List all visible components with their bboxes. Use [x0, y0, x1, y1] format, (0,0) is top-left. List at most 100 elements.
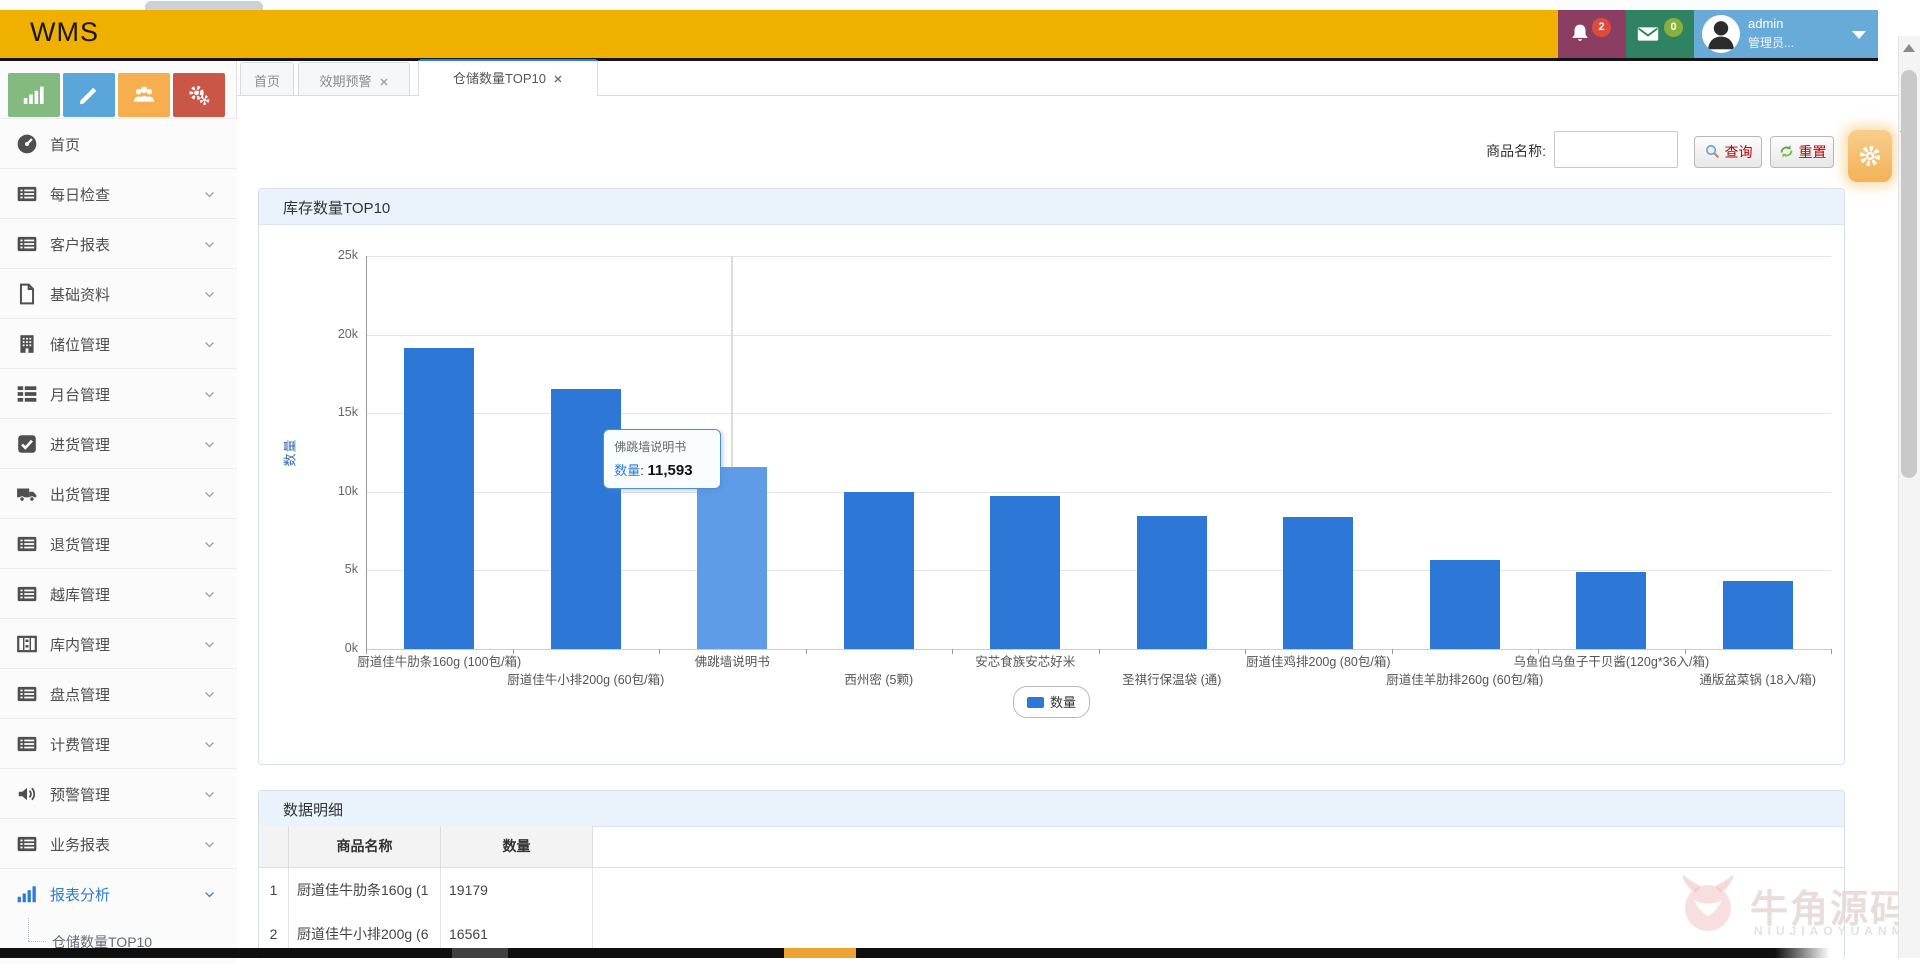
notifications-button[interactable]: 2 [1558, 10, 1626, 58]
x-axis-tick [1098, 649, 1100, 654]
sidebar-item-进货管理[interactable]: 进货管理 [0, 418, 237, 469]
volume-icon [18, 787, 36, 801]
reset-button-label: 重置 [1798, 144, 1827, 160]
x-axis-category-label: 安芯食族安芯好米 [975, 655, 1076, 669]
sidebar-item-储位管理[interactable]: 储位管理 [0, 318, 237, 369]
column-header-商品名称[interactable]: 商品名称 [289, 826, 441, 867]
browser-strip [0, 0, 1920, 10]
chevron-down-icon [205, 292, 214, 298]
sidebar: 首页每日检查客户报表基础资料储位管理 月台管理进货管理出货管理 退货管理越库管理库内… [0, 61, 237, 964]
close-tab-icon [380, 78, 387, 86]
tab-首页[interactable]: 首页 [240, 62, 294, 95]
sidebar-item-label: 客户报表 [50, 237, 111, 254]
chart-icon [23, 86, 44, 104]
y-axis-tick-label: 10k [337, 483, 358, 498]
shortcut-users-button[interactable] [118, 73, 170, 117]
x-axis-category-label: 厨道佳鸡排200g (80包/箱) [1246, 655, 1391, 669]
taskbar-item-active[interactable] [784, 948, 856, 958]
sidebar-item-label: 基础资料 [50, 287, 111, 304]
table-cell: 厨道佳牛肋条160g (1 [289, 868, 441, 912]
sidebar-item-盘点管理[interactable]: 盘点管理 [0, 668, 237, 719]
watermark: 牛角源码 NIUJIAOYUANMA [1650, 860, 1920, 958]
sidebar-item-label: 越库管理 [50, 587, 111, 604]
sidebar-item-label: 进货管理 [50, 437, 111, 454]
list-icon [17, 686, 37, 702]
table-cell: 1 [259, 868, 289, 912]
bell-icon [1568, 22, 1592, 51]
bar-厨道佳牛小排200g (60包/箱)[interactable] [550, 389, 621, 649]
sidebar-item-首页[interactable]: 首页 [0, 118, 237, 169]
product-name-input[interactable] [1554, 131, 1678, 168]
y-axis-tick-label: 20k [337, 326, 358, 341]
sidebar-item-预警管理[interactable]: 预警管理 [0, 768, 237, 819]
column-header-数量[interactable]: 数量 [441, 826, 593, 867]
y-axis-tick-label: 5k [344, 562, 358, 577]
bar-通版盆菜锅 (18入/箱)[interactable] [1722, 581, 1793, 649]
avatar [1702, 15, 1740, 53]
chevron-down-icon [205, 642, 214, 648]
bar-西州密 (5颗)[interactable] [843, 492, 914, 649]
x-axis-tick [1831, 649, 1832, 654]
messages-count-badge: 0 [1664, 18, 1683, 37]
envelope-icon [1636, 22, 1660, 51]
scrollbar-thumb[interactable] [1901, 70, 1917, 478]
close-icon[interactable] [379, 75, 389, 90]
bar-圣祺行保温袋 (通)[interactable] [1136, 516, 1207, 649]
sidebar-item-出货管理[interactable]: 出货管理 [0, 468, 237, 519]
shortcut-pencil-button[interactable] [63, 73, 115, 117]
chart-panel-header: 库存数量TOP10 [259, 189, 1844, 225]
shortcut-chart-button[interactable] [8, 73, 60, 117]
sidebar-item-label: 每日检查 [50, 187, 111, 204]
bar-厨道佳鸡排200g (80包/箱)[interactable] [1283, 517, 1354, 649]
bar-佛跳墙说明书[interactable] [697, 467, 768, 649]
chevron-down-icon [205, 592, 214, 598]
legend-label: 数量 [1049, 695, 1076, 710]
y-axis-tick-label: 15k [337, 405, 358, 420]
reset-button[interactable]: 重置 [1770, 136, 1834, 168]
sidebar-item-业务报表[interactable]: 业务报表 [0, 818, 237, 869]
column-header-index[interactable] [259, 826, 289, 867]
sidebar-item-报表分析[interactable]: 报表分析 [0, 868, 237, 919]
search-icon [1705, 145, 1719, 159]
sidebar-item-计费管理[interactable]: 计费管理 [0, 718, 237, 769]
tab-效期预警[interactable]: 效期预警 [298, 62, 410, 95]
close-icon[interactable] [553, 72, 563, 87]
list-icon [17, 586, 37, 602]
bar-厨道佳羊肋排260g (60包/箱)[interactable] [1429, 560, 1500, 649]
settings-button[interactable] [1848, 130, 1892, 182]
bar-安芯食族安芯好米[interactable] [990, 496, 1061, 649]
query-button[interactable]: 查询 [1694, 136, 1762, 168]
sidebar-item-label: 业务报表 [50, 837, 111, 854]
chart-tooltip: 佛跳墙说明书 数量: 11,593 [603, 429, 722, 489]
x-axis-tick [659, 649, 660, 654]
bar-乌鱼伯乌鱼子干贝酱(120g*36入/箱)[interactable] [1576, 572, 1647, 649]
chart-legend[interactable]: 数量 [259, 686, 1844, 718]
chevron-down-icon [205, 342, 214, 348]
topbar: WMS 2 0 admin 管理员... [0, 10, 1878, 58]
taskbar-item[interactable] [452, 948, 508, 958]
sidebar-item-基础资料[interactable]: 基础资料 [0, 268, 237, 319]
y-axis-tick-label: 25k [337, 248, 358, 262]
gridline [366, 256, 1831, 257]
sidebar-item-label: 计费管理 [50, 737, 111, 754]
tooltip-series-label: 数量 [614, 463, 641, 478]
sidebar-item-越库管理[interactable]: 越库管理 [0, 568, 237, 619]
tooltip-value: 11,593 [647, 462, 693, 479]
tab-仓储数量TOP10[interactable]: 仓储数量TOP10 [418, 59, 598, 96]
scroll-up-icon[interactable] [1903, 44, 1915, 52]
x-axis-category-label: 西州密 (5颗) [844, 673, 914, 687]
sidebar-item-库内管理[interactable]: 库内管理 [0, 618, 237, 669]
shortcut-gears-button[interactable] [173, 73, 225, 117]
messages-button[interactable]: 0 [1626, 10, 1694, 58]
sidebar-item-退货管理[interactable]: 退货管理 [0, 518, 237, 569]
sidebar-item-客户报表[interactable]: 客户报表 [0, 218, 237, 269]
sidebar-item-月台管理[interactable]: 月台管理 [0, 368, 237, 419]
bar-厨道佳牛肋条160g (100包/箱)[interactable] [404, 348, 475, 649]
chevron-down-icon [205, 742, 214, 748]
browser-tab-hint [145, 1, 263, 10]
tree-connector [28, 918, 29, 941]
user-menu[interactable]: admin 管理员... [1694, 10, 1878, 58]
sidebar-item-label: 首页 [50, 137, 81, 154]
caret-down-icon [1852, 31, 1866, 39]
sidebar-item-每日检查[interactable]: 每日检查 [0, 168, 237, 219]
